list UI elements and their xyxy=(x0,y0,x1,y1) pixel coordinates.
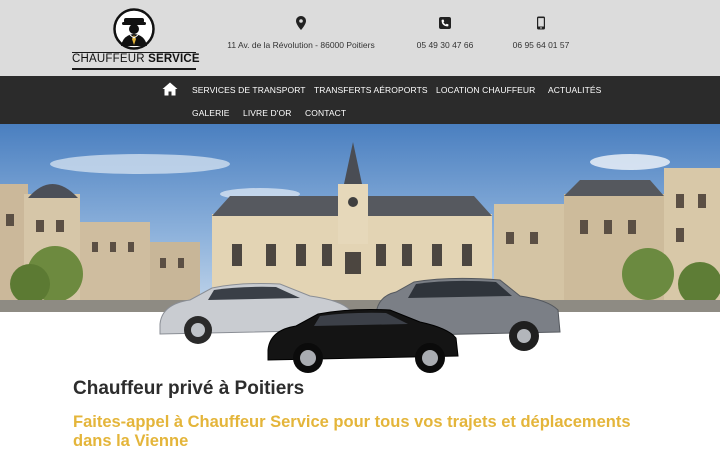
logo[interactable]: CHAUFFEUR SERVICE xyxy=(72,8,200,70)
nav-transferts-aeroports[interactable]: TRANSFERTS AÉROPORTS xyxy=(314,85,428,95)
chauffeur-icon xyxy=(113,8,155,50)
page-title: Chauffeur privé à Poitiers xyxy=(73,378,305,399)
phone-icon xyxy=(439,17,451,29)
nav-contact[interactable]: CONTACT xyxy=(305,108,346,118)
hero-image xyxy=(0,124,720,312)
nav-livre-dor[interactable]: LIVRE D'OR xyxy=(243,108,291,118)
nav-actualites[interactable]: ACTUALITÉS xyxy=(548,85,601,95)
nav-location-chauffeur[interactable]: LOCATION CHAUFFEUR xyxy=(436,85,535,95)
header: CHAUFFEUR SERVICE 11 Av. de la Révolutio… xyxy=(0,0,720,76)
black-sedan xyxy=(267,309,459,373)
logo-text: CHAUFFEUR SERVICE xyxy=(72,52,200,66)
contact-mobile[interactable]: 06 95 64 01 57 xyxy=(502,16,580,50)
main-nav: SERVICES DE TRANSPORT TRANSFERTS AÉROPOR… xyxy=(0,76,720,124)
contact-address: 11 Av. de la Révolution - 86000 Poitiers xyxy=(222,16,380,50)
logo-underline xyxy=(72,68,196,70)
page-subtitle: Faites-appel à Chauffeur Service pour to… xyxy=(73,413,631,450)
address-text: 11 Av. de la Révolution - 86000 Poitiers xyxy=(227,40,375,50)
mobile-text[interactable]: 06 95 64 01 57 xyxy=(513,40,570,50)
phone-text[interactable]: 05 49 30 47 66 xyxy=(417,40,474,50)
mobile-icon xyxy=(537,16,545,30)
nav-galerie[interactable]: GALERIE xyxy=(192,108,230,118)
logo-text-light: CHAUFFEUR xyxy=(72,53,145,65)
contact-phone[interactable]: 05 49 30 47 66 xyxy=(408,16,482,50)
logo-text-bold: SERVICE xyxy=(148,53,200,65)
map-pin-icon xyxy=(296,16,306,30)
home-icon[interactable] xyxy=(162,82,178,96)
nav-services-transport[interactable]: SERVICES DE TRANSPORT xyxy=(192,85,306,95)
